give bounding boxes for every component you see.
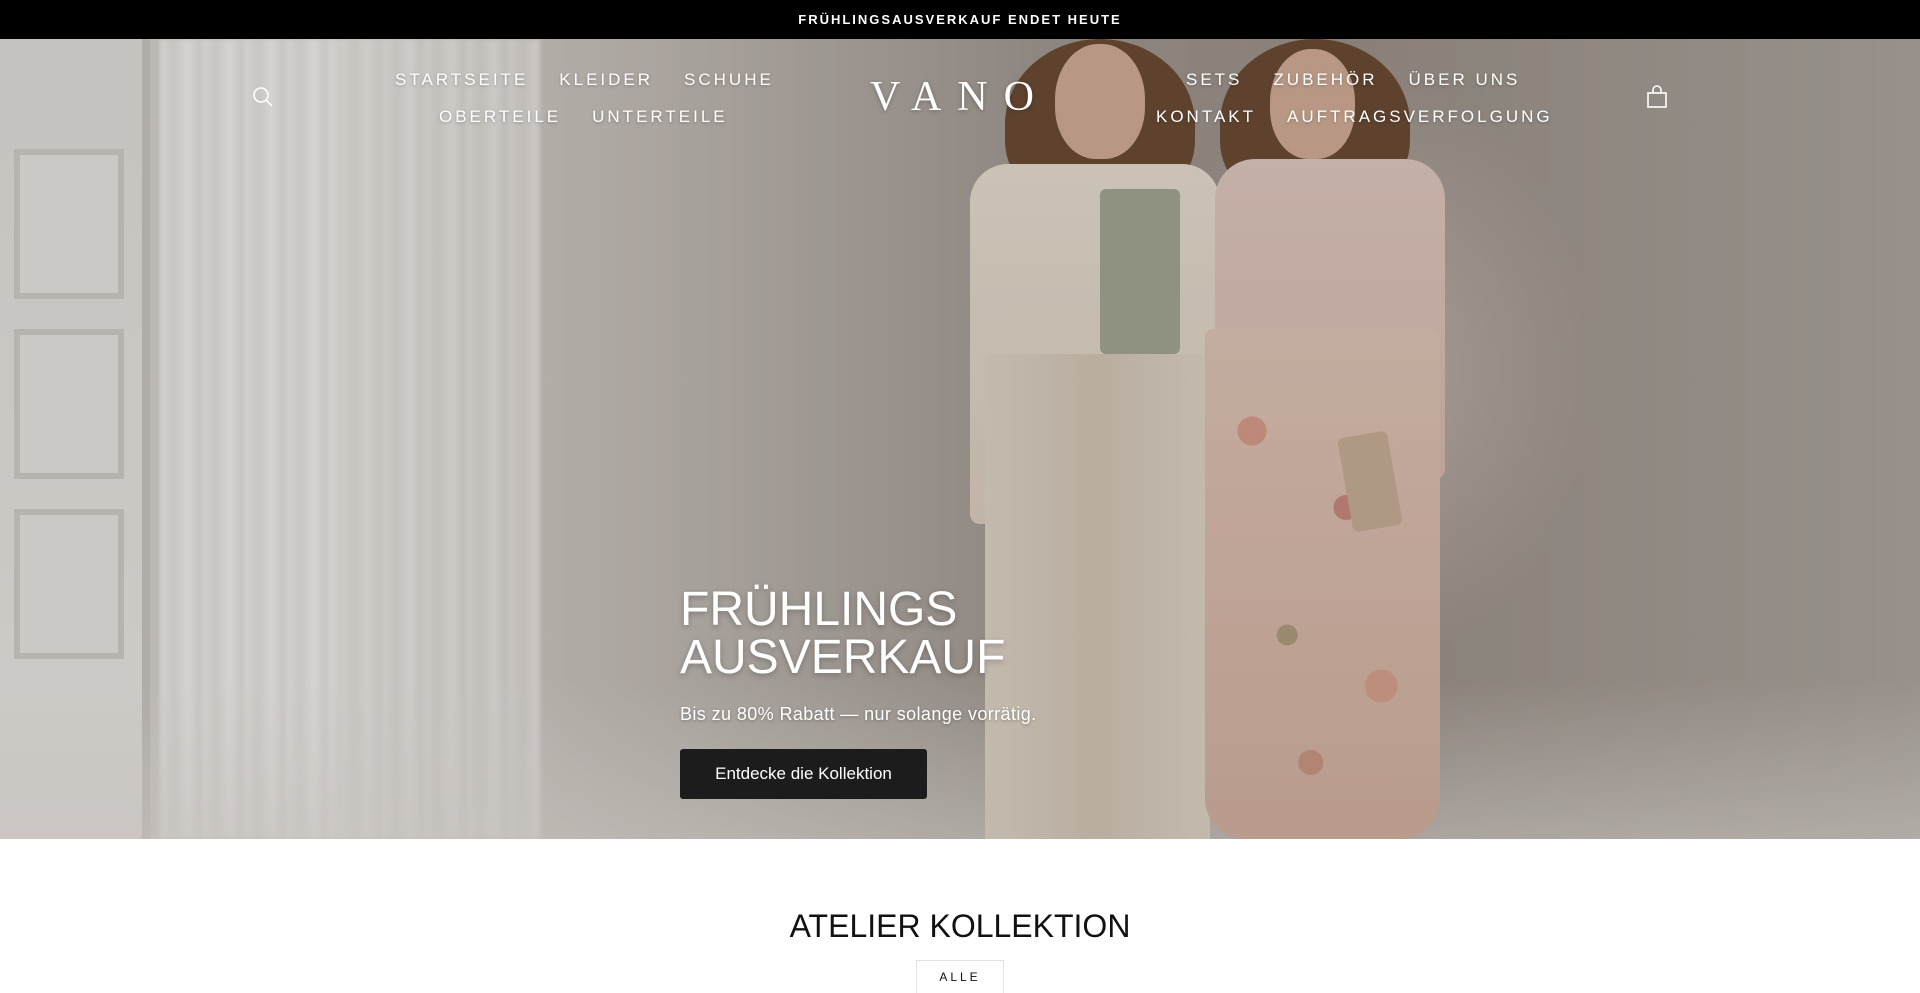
hero-title-line-1: FRÜHLINGS	[680, 583, 958, 636]
nav-right-row-2: KONTAKT AUFTRAGSVERFOLGUNG	[1156, 107, 1553, 127]
nav-left-row-1: STARTSEITE KLEIDER SCHUHE	[395, 70, 774, 90]
nav-left-row-2: OBERTEILE UNTERTEILE	[439, 107, 728, 127]
announcement-bar: FRÜHLINGSAUSVERKAUF ENDET HEUTE	[0, 0, 1920, 39]
hero-text-block: FRÜHLINGS AUSVERKAUF Bis zu 80% Rabatt —…	[680, 586, 1037, 725]
hero-title-line-2: AUSVERKAUF	[680, 631, 1006, 684]
nav-item-oberteile[interactable]: OBERTEILE	[439, 107, 561, 127]
nav-right-row-1: SETS ZUBEHÖR ÜBER UNS	[1186, 70, 1520, 90]
hero-title: FRÜHLINGS AUSVERKAUF	[680, 586, 1037, 682]
nav-item-kleider[interactable]: KLEIDER	[559, 70, 653, 90]
filter-all-button[interactable]: ALLE	[916, 960, 1004, 993]
nav-item-kontakt[interactable]: KONTAKT	[1156, 107, 1256, 127]
search-icon[interactable]	[249, 83, 277, 111]
nav-item-startseite[interactable]: STARTSEITE	[395, 70, 528, 90]
nav-item-auftragsverfolgung[interactable]: AUFTRAGSVERFOLGUNG	[1287, 107, 1553, 127]
announcement-text: FRÜHLINGSAUSVERKAUF ENDET HEUTE	[798, 12, 1122, 27]
explore-collection-button[interactable]: Entdecke die Kollektion	[680, 749, 927, 799]
site-header: STARTSEITE KLEIDER SCHUHE OBERTEILE UNTE…	[0, 39, 1920, 159]
nav-item-sets[interactable]: SETS	[1186, 70, 1242, 90]
collection-title: ATELIER KOLLEKTION	[789, 908, 1131, 944]
shopping-bag-icon[interactable]	[1643, 83, 1671, 111]
nav-item-unterteile[interactable]: UNTERTEILE	[592, 107, 728, 127]
hero-subtitle: Bis zu 80% Rabatt — nur solange vorrätig…	[680, 704, 1037, 724]
nav-item-ueber-uns[interactable]: ÜBER UNS	[1409, 70, 1521, 90]
nav-item-schuhe[interactable]: SCHUHE	[684, 70, 774, 90]
nav-item-zubehoer[interactable]: ZUBEHÖR	[1273, 70, 1377, 90]
site-logo[interactable]: VANO	[870, 74, 1050, 120]
logo-wrapper: VANO	[0, 73, 1920, 121]
